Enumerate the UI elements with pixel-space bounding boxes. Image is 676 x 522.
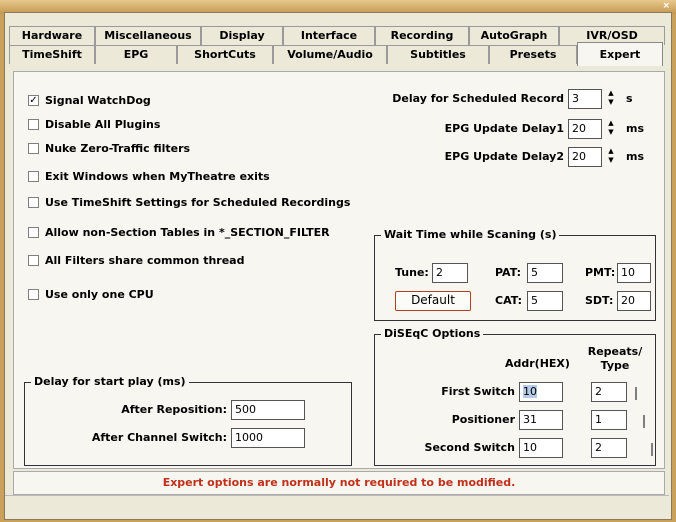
epg-delay2-unit: ms: [626, 150, 645, 163]
checkbox-label: All Filters share common thread: [45, 254, 245, 267]
checkbox-icon[interactable]: [28, 227, 39, 238]
wait-time-group: Wait Time while Scaning (s) Tune: 2 PAT:…: [374, 228, 656, 321]
tab-autograph[interactable]: AutoGraph: [469, 26, 559, 45]
positioner-label: Positioner: [451, 413, 515, 426]
scheduled-delay-input[interactable]: 3: [568, 89, 602, 109]
tune-label: Tune:: [395, 266, 429, 279]
epg-delay1-label: EPG Update Delay1: [444, 122, 564, 135]
checkbox-icon[interactable]: [28, 143, 39, 154]
tab-row-2: TimeShift EPG ShortCuts Volume/Audio Sub…: [9, 42, 663, 66]
pmt-input[interactable]: 10: [617, 263, 651, 283]
tab-interface[interactable]: Interface: [283, 26, 375, 45]
first-switch-type-checkbox[interactable]: [635, 387, 637, 400]
pat-label: PAT:: [495, 266, 522, 279]
close-icon[interactable]: ×: [662, 1, 670, 11]
checkbox-icon[interactable]: [28, 119, 39, 130]
tab-subtitles[interactable]: Subtitles: [387, 45, 489, 64]
checkbox-label: Nuke Zero-Traffic filters: [45, 142, 191, 155]
tab-timeshift[interactable]: TimeShift: [9, 45, 95, 64]
play-delay-group: Delay for start play (ms) After Repositi…: [24, 375, 352, 466]
checkbox-common-thread[interactable]: All Filters share common thread: [28, 254, 244, 267]
checkbox-label: Use TimeShift Settings for Scheduled Rec…: [45, 196, 351, 209]
tab-shortcuts[interactable]: ShortCuts: [177, 45, 273, 64]
cat-input[interactable]: 5: [527, 291, 563, 311]
play-delay-title: Delay for start play (ms): [31, 375, 189, 388]
second-switch-repeats-input[interactable]: 2: [591, 438, 627, 458]
checkbox-disable-plugins[interactable]: Disable All Plugins: [28, 118, 160, 131]
diseqc-title: DiSEqC Options: [381, 327, 484, 340]
tune-input[interactable]: 2: [432, 263, 468, 283]
epg-delay2-input[interactable]: 20: [568, 147, 602, 167]
sdt-input[interactable]: 20: [617, 291, 651, 311]
checkbox-icon[interactable]: [28, 289, 39, 300]
checkbox-signal-watchdog[interactable]: ✓ Signal WatchDog: [28, 94, 151, 107]
cat-label: CAT:: [495, 294, 523, 307]
channel-switch-input[interactable]: 1000: [231, 428, 305, 448]
second-switch-addr-input[interactable]: 10: [519, 438, 563, 458]
spinner-icon[interactable]: ▲ ▼: [604, 89, 618, 109]
checkbox-timeshift-settings[interactable]: Use TimeShift Settings for Scheduled Rec…: [28, 196, 350, 209]
diseqc-group: DiSEqC Options Addr(HEX) Repeats/ Type F…: [374, 327, 656, 466]
first-switch-addr-value: 10: [523, 385, 537, 398]
expert-panel: ✓ Signal WatchDog Disable All Plugins Nuk…: [13, 71, 665, 469]
settings-window: Hardware Miscellaneous Display Interface…: [4, 12, 672, 520]
tab-expert[interactable]: Expert: [577, 42, 663, 66]
epg-delay1-input[interactable]: 20: [568, 119, 602, 139]
default-button[interactable]: Default: [395, 291, 471, 311]
pat-input[interactable]: 5: [527, 263, 563, 283]
tab-recording[interactable]: Recording: [375, 26, 469, 45]
checkbox-icon[interactable]: ✓: [28, 95, 39, 106]
checkbox-icon[interactable]: [28, 171, 39, 182]
repeats-header: Repeats/ Type: [587, 345, 643, 372]
checkbox-label: Signal WatchDog: [45, 94, 151, 107]
checkbox-nuke-zero-traffic[interactable]: Nuke Zero-Traffic filters: [28, 142, 190, 155]
positioner-addr-input[interactable]: 31: [519, 410, 563, 430]
tab-presets[interactable]: Presets: [489, 45, 577, 64]
second-switch-label: Second Switch: [424, 441, 515, 454]
spinner-icon[interactable]: ▲ ▼: [604, 147, 618, 167]
positioner-repeats-input[interactable]: 1: [591, 410, 627, 430]
status-message: Expert options are normally not required…: [13, 471, 665, 495]
pmt-label: PMT:: [585, 266, 616, 279]
epg-delay1-unit: ms: [626, 122, 645, 135]
first-switch-label: First Switch: [441, 385, 515, 398]
sdt-label: SDT:: [585, 294, 614, 307]
tab-miscellaneous[interactable]: Miscellaneous: [95, 26, 201, 45]
positioner-type-checkbox[interactable]: [643, 415, 645, 428]
checkbox-icon[interactable]: [28, 197, 39, 208]
reposition-input[interactable]: 500: [231, 400, 305, 420]
checkbox-label: Use only one CPU: [45, 288, 154, 301]
checkbox-non-section-tables[interactable]: Allow non-Section Tables in *_SECTION_FI…: [28, 226, 330, 239]
tab-epg[interactable]: EPG: [95, 45, 177, 64]
checkbox-label: Disable All Plugins: [45, 118, 161, 131]
tab-hardware[interactable]: Hardware: [9, 26, 95, 45]
addr-header: Addr(HEX): [505, 357, 570, 370]
first-switch-addr-input[interactable]: 10: [519, 382, 563, 402]
bottom-bar: [5, 495, 669, 518]
checkbox-icon[interactable]: [28, 255, 39, 266]
epg-delay2-label: EPG Update Delay2: [444, 150, 564, 163]
checkbox-exit-windows[interactable]: Exit Windows when MyTheatre exits: [28, 170, 270, 183]
wait-time-title: Wait Time while Scaning (s): [381, 228, 560, 241]
checkbox-label: Allow non-Section Tables in *_SECTION_FI…: [45, 226, 330, 239]
scheduled-delay-label: Delay for Scheduled Record: [392, 92, 564, 105]
checkbox-label: Exit Windows when MyTheatre exits: [45, 170, 270, 183]
first-switch-repeats-input[interactable]: 2: [591, 382, 627, 402]
tab-display[interactable]: Display: [201, 26, 283, 45]
checkbox-one-cpu[interactable]: Use only one CPU: [28, 288, 154, 301]
second-switch-type-checkbox[interactable]: [651, 443, 653, 456]
tab-row-1: Hardware Miscellaneous Display Interface…: [9, 26, 665, 45]
scheduled-delay-unit: s: [626, 92, 633, 105]
channel-switch-label: After Channel Switch:: [91, 431, 227, 444]
tab-volume-audio[interactable]: Volume/Audio: [273, 45, 387, 64]
reposition-label: After Reposition:: [121, 403, 227, 416]
spinner-icon[interactable]: ▲ ▼: [604, 119, 618, 139]
